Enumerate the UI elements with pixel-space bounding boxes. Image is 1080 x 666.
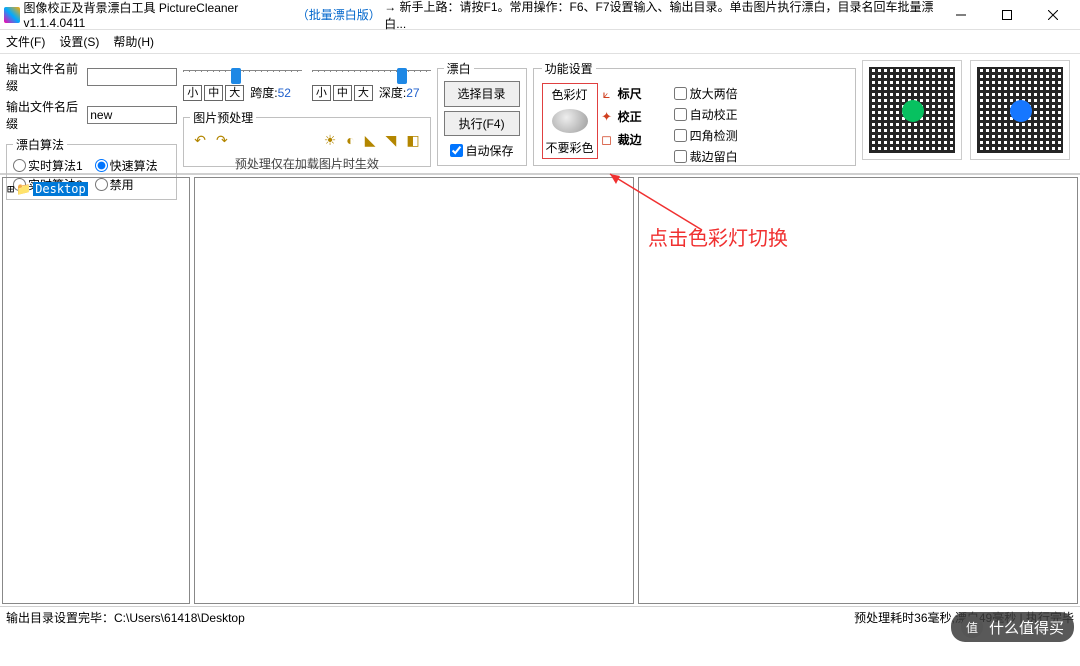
preprocess-group: 图片预处理 ↶ ↷ ☀ ◐ ◣ ◥ ◧ 预处理仅在加载图片时生效 xyxy=(183,109,430,167)
rotate-right-icon[interactable]: ↷ xyxy=(216,132,228,149)
ruler-button[interactable]: ⟀标尺 xyxy=(600,85,672,102)
workspace: ⊞ 📁 Desktop xyxy=(0,174,1080,606)
depth-mid-button[interactable]: 中 xyxy=(333,85,352,101)
algo-fast[interactable]: 快速算法 xyxy=(95,157,171,174)
menu-help[interactable]: 帮助(H) xyxy=(113,33,154,50)
depth-big-button[interactable]: 大 xyxy=(354,85,373,101)
preprocess-legend: 图片预处理 xyxy=(190,109,256,126)
execute-button[interactable]: 执行(F4) xyxy=(444,111,520,137)
window-title-hint: → 新手上路：请按F1。常用操作：F6、F7设置输入、输出目录。单击图片执行漂白… xyxy=(384,0,938,32)
color-lamp-icon xyxy=(552,109,588,133)
preprocess-hint: 预处理仅在加载图片时生效 xyxy=(190,155,423,172)
menu-settings[interactable]: 设置(S) xyxy=(59,33,99,50)
maximize-button[interactable] xyxy=(984,0,1030,30)
status-bar: 输出目录设置完毕：C:\Users\61418\Desktop 预处理耗时36毫… xyxy=(0,606,1080,628)
bleach-group: 漂白 选择目录 执行(F4) 自动保存 xyxy=(437,60,527,166)
color-lamp-toggle[interactable]: 色彩灯 不要彩色 xyxy=(542,83,598,159)
watermark: 值 什么值得买 xyxy=(951,612,1074,642)
expand-icon[interactable]: ⊞ xyxy=(7,182,14,196)
alipay-qr-code xyxy=(970,60,1070,160)
minimize-button[interactable] xyxy=(938,0,984,30)
function-settings-legend: 功能设置 xyxy=(542,60,596,77)
crop-margin-checkbox[interactable]: 裁边留白 xyxy=(674,148,738,165)
depth-slider[interactable] xyxy=(312,60,431,82)
watermark-icon: 值 xyxy=(961,616,983,638)
color-lamp-note: 不要彩色 xyxy=(546,139,594,156)
rotate-left-icon[interactable]: ↶ xyxy=(194,132,206,149)
watermark-text: 什么值得买 xyxy=(989,617,1064,638)
brightness-icon[interactable]: ☀ xyxy=(324,132,337,149)
menubar: 文件(F) 设置(S) 帮助(H) xyxy=(0,30,1080,54)
source-image-pane[interactable] xyxy=(194,177,634,604)
zoom2x-checkbox[interactable]: 放大两倍 xyxy=(674,85,738,102)
app-icon xyxy=(4,7,20,23)
close-button[interactable] xyxy=(1030,0,1076,30)
status-output-dir: 输出目录设置完毕：C:\Users\61418\Desktop xyxy=(6,609,245,626)
output-suffix-input[interactable] xyxy=(87,106,177,124)
tree-item-desktop[interactable]: ⊞ 📁 Desktop xyxy=(7,182,185,196)
tree-item-label: Desktop xyxy=(33,182,88,196)
depth-small-button[interactable]: 小 xyxy=(312,85,331,101)
span-slider[interactable] xyxy=(183,60,302,82)
algorithm-legend: 漂白算法 xyxy=(13,136,67,153)
output-prefix-input[interactable] xyxy=(87,68,177,86)
window-titlebar: 图像校正及背景漂白工具 PictureCleaner v1.1.4.0411 （… xyxy=(0,0,1080,30)
menu-file[interactable]: 文件(F) xyxy=(6,33,45,50)
corner-detect-checkbox[interactable]: 四角检测 xyxy=(674,127,738,144)
crop-button[interactable]: ◻裁边 xyxy=(600,131,672,148)
correct-button[interactable]: ✦校正 xyxy=(600,108,672,125)
folder-icon: 📁 xyxy=(16,182,31,196)
toolbar: 输出文件名前缀 输出文件名后缀 漂白算法 实时算法1 快速算法 实时算法2 禁用 xyxy=(0,54,1080,174)
color-lamp-title: 色彩灯 xyxy=(552,86,588,103)
depth-value: 深度:27 xyxy=(379,84,420,101)
result-image-pane[interactable] xyxy=(638,177,1078,604)
function-settings-group: 功能设置 色彩灯 不要彩色 ⟀标尺 ✦校正 ◻裁边 放大两倍 自动校正 四角检测… xyxy=(533,60,856,166)
flip-h-icon[interactable]: ◣ xyxy=(365,132,376,149)
flip-v-icon[interactable]: ◥ xyxy=(386,132,397,149)
autosave-checkbox[interactable]: 自动保存 xyxy=(450,142,514,159)
folder-tree[interactable]: ⊞ 📁 Desktop xyxy=(2,177,190,604)
contrast-icon[interactable]: ◐ xyxy=(346,132,354,149)
bleach-legend: 漂白 xyxy=(444,60,474,77)
algo-rt1[interactable]: 实时算法1 xyxy=(13,157,89,174)
crop-icon: ◻ xyxy=(600,132,614,148)
auto-correct-checkbox[interactable]: 自动校正 xyxy=(674,106,738,123)
span-small-button[interactable]: 小 xyxy=(183,85,202,101)
span-big-button[interactable]: 大 xyxy=(225,85,244,101)
span-mid-button[interactable]: 中 xyxy=(204,85,223,101)
correct-icon: ✦ xyxy=(600,109,614,125)
ruler-icon: ⟀ xyxy=(600,86,614,102)
output-suffix-label: 输出文件名后缀 xyxy=(6,98,83,132)
invert-icon[interactable]: ◧ xyxy=(406,132,419,149)
window-title-edition: （批量漂白版） xyxy=(297,6,378,23)
span-value: 跨度:52 xyxy=(250,84,291,101)
output-prefix-label: 输出文件名前缀 xyxy=(6,60,83,94)
select-directory-button[interactable]: 选择目录 xyxy=(444,81,520,107)
wechat-qr-code xyxy=(862,60,962,160)
window-title: 图像校正及背景漂白工具 PictureCleaner v1.1.4.0411 xyxy=(24,0,295,30)
